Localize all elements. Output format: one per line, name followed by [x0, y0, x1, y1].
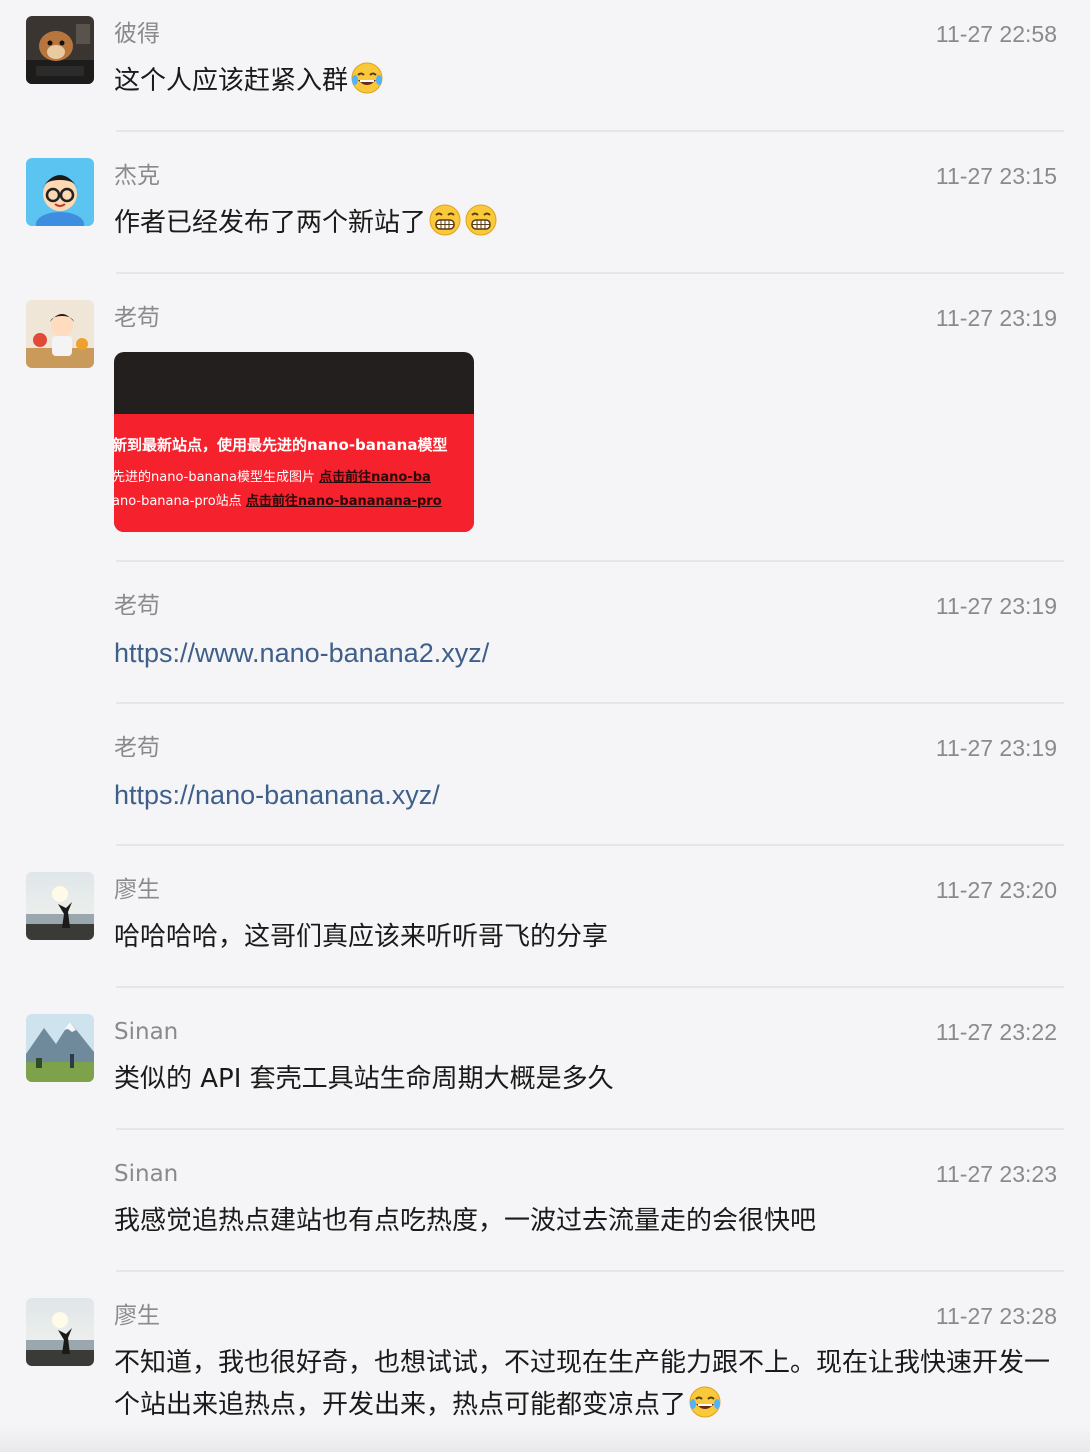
message-item: 杰克 11-27 23:15 作者已经发布了两个新站了 — [0, 142, 1090, 274]
avatar-bidé[interactable] — [26, 16, 94, 84]
sender-name: Sinan — [114, 1019, 179, 1045]
message-item: Sinan 11-27 23:22 类似的 API 套壳工具站生命周期大概是多久 — [0, 998, 1090, 1130]
message-time: 11-27 22:58 — [935, 21, 1057, 47]
image-attachment[interactable]: 新到最新站点，使用最先进的nano-banana模型 先进的nano-banan… — [114, 352, 474, 532]
divider — [116, 272, 1064, 274]
message-item: 老苟 11-27 23:19 新到最新站点，使用最先进的nano-banana模… — [0, 284, 1090, 562]
message-item: 老苟 11-27 23:19 https://nano-bananana.xyz… — [0, 714, 1090, 846]
message-text: 类似的 API 套壳工具站生命周期大概是多久 — [114, 1064, 614, 1094]
message-time: 11-27 23:19 — [935, 305, 1057, 331]
image-link-text: 点击前往nano-bananana-pro — [245, 494, 442, 509]
avatar-image — [26, 1298, 94, 1366]
message-item: Sinan 11-27 23:23 我感觉追热点建站也有点吃热度，一波过去流量走… — [0, 1140, 1090, 1272]
avatar-image — [26, 158, 94, 226]
sender-name: 廖生 — [114, 877, 160, 903]
message-text-block: 这个人应该赶紧入群 — [114, 60, 1068, 102]
grin-emoji-icon — [428, 203, 462, 237]
message-time: 11-27 23:19 — [935, 593, 1057, 619]
avatar-jieke[interactable] — [26, 158, 94, 226]
grin-emoji-icon — [464, 203, 498, 237]
divider — [116, 130, 1064, 132]
sender-name: 杰克 — [114, 163, 160, 189]
message-text-block: 作者已经发布了两个新站了 — [114, 202, 1068, 244]
message-time: 11-27 23:15 — [935, 163, 1057, 189]
image-text-line: 先进的nano-banana模型生成图片 点击前往nano-ba — [114, 466, 431, 485]
message-time: 11-27 23:28 — [935, 1303, 1057, 1329]
message-item: 廖生 11-27 23:20 哈哈哈哈，这哥们真应该来听听哥飞的分享 — [0, 856, 1090, 988]
avatar-liaosheng[interactable] — [26, 1298, 94, 1366]
message-time: 11-27 23:23 — [935, 1161, 1057, 1187]
message-text: 这个人应该赶紧入群 — [114, 66, 349, 96]
avatar-liaosheng[interactable] — [26, 872, 94, 940]
message-time: 11-27 23:19 — [935, 735, 1057, 761]
sender-name: 老苟 — [114, 735, 160, 761]
image-text-line: ano-banana-pro站点 点击前往nano-bananana-pro — [114, 490, 442, 509]
divider — [116, 560, 1064, 562]
divider — [116, 1128, 1064, 1130]
message-text: 不知道，我也很好奇，也想试试，不过现在生产能力跟不上。现在让我快速开发一个站出来… — [114, 1348, 1051, 1420]
message-text-block: https://nano-bananana.xyz/ — [114, 774, 1068, 817]
chat-message-list: 彼得 11-27 22:58 这个人应该赶紧入群 杰克 11-27 23:15 … — [0, 0, 1090, 1452]
image-link-text: 点击前往nano-ba — [319, 470, 431, 485]
joy-emoji-icon — [688, 1385, 722, 1419]
sender-name: Sinan — [114, 1161, 179, 1187]
divider — [116, 986, 1064, 988]
message-text: 作者已经发布了两个新站了 — [114, 208, 427, 238]
message-item: 彼得 11-27 22:58 这个人应该赶紧入群 — [0, 0, 1090, 132]
avatar-laogou[interactable] — [26, 300, 94, 368]
message-text-block: 不知道，我也很好奇，也想试试，不过现在生产能力跟不上。现在让我快速开发一个站出来… — [114, 1342, 1066, 1426]
sender-name: 廖生 — [114, 1303, 160, 1329]
sender-name: 彼得 — [114, 21, 160, 47]
avatar-image — [26, 300, 94, 368]
message-link[interactable]: https://nano-bananana.xyz/ — [114, 780, 440, 810]
joy-emoji-icon — [350, 61, 384, 95]
avatar-image — [26, 872, 94, 940]
message-text-block: 哈哈哈哈，这哥们真应该来听听哥飞的分享 — [114, 916, 1068, 958]
bottom-fade — [0, 1426, 1090, 1452]
divider — [116, 844, 1064, 846]
image-text: 先进的nano-banana模型生成图片 — [114, 470, 320, 485]
avatar-image — [26, 1014, 94, 1082]
message-text: 我感觉追热点建站也有点吃热度，一波过去流量走的会很快吧 — [114, 1206, 817, 1236]
divider — [116, 1270, 1064, 1272]
message-text-block: https://www.nano-banana2.xyz/ — [114, 632, 1068, 675]
divider — [116, 702, 1064, 704]
message-text-block: 我感觉追热点建站也有点吃热度，一波过去流量走的会很快吧 — [114, 1200, 1068, 1242]
message-text-block: 类似的 API 套壳工具站生命周期大概是多久 — [114, 1058, 1068, 1100]
message-time: 11-27 23:22 — [935, 1019, 1057, 1045]
avatar-image — [26, 16, 94, 84]
sender-name: 老苟 — [114, 305, 160, 331]
sender-name: 老苟 — [114, 593, 160, 619]
message-text: 哈哈哈哈，这哥们真应该来听听哥飞的分享 — [114, 922, 609, 952]
message-link[interactable]: https://www.nano-banana2.xyz/ — [114, 638, 489, 668]
avatar-sinan[interactable] — [26, 1014, 94, 1082]
message-time: 11-27 23:20 — [935, 877, 1057, 903]
message-item: 老苟 11-27 23:19 https://www.nano-banana2.… — [0, 572, 1090, 704]
image-text: ano-banana-pro站点 — [114, 494, 246, 509]
image-text-line: 新到最新站点，使用最先进的nano-banana模型 — [114, 436, 448, 454]
